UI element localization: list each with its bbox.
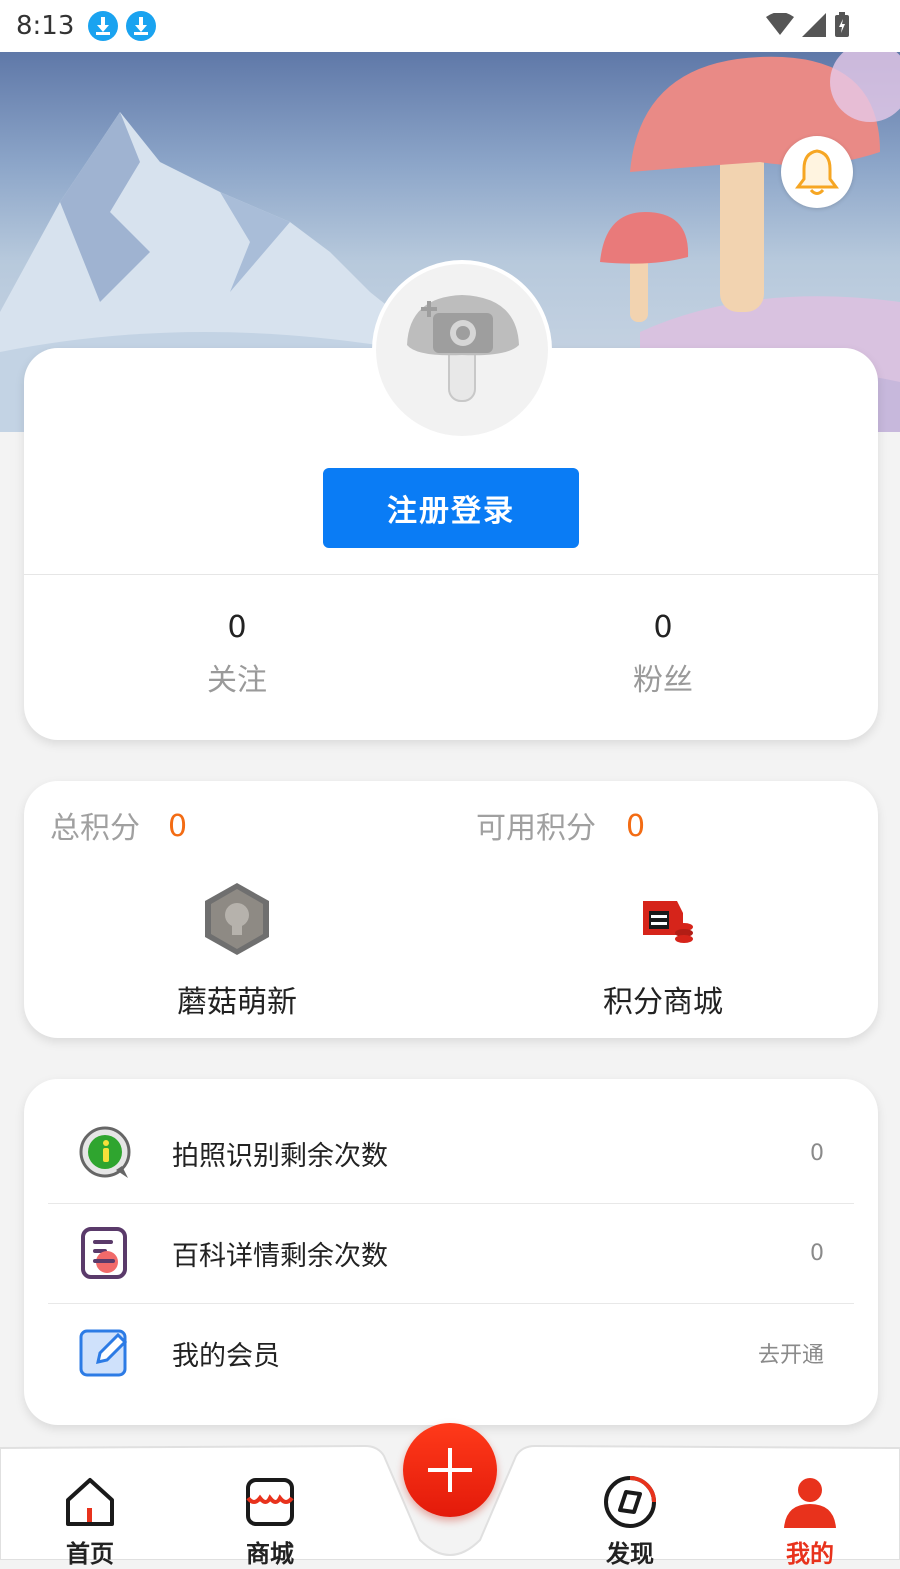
edit-icon [79, 1329, 128, 1377]
info-chat-icon [79, 1126, 131, 1178]
publish-plus-button[interactable] [403, 1423, 497, 1517]
tab-label: 首页 [66, 1540, 114, 1568]
bell-icon [795, 149, 839, 195]
shop-coins-icon [643, 901, 693, 943]
level-badge-label: 蘑菇萌新 [177, 985, 297, 1020]
signal-icon [802, 13, 826, 37]
following-count: 0 [227, 610, 247, 645]
level-badge-item[interactable]: 蘑菇萌新 [87, 881, 387, 1021]
menu-item-label: 拍照识别剩余次数 [172, 1140, 388, 1172]
tab-shop[interactable]: 商城 [210, 1474, 330, 1569]
register-login-button[interactable]: 注册登录 [323, 468, 579, 548]
download-icon [88, 11, 119, 41]
total-points-label: 总积分 [50, 811, 140, 846]
download-icon [126, 11, 157, 41]
menu-item-label: 我的会员 [172, 1340, 280, 1372]
total-points-value: 0 [168, 809, 188, 844]
divider [24, 574, 878, 575]
document-icon [81, 1227, 127, 1279]
tab-label: 发现 [606, 1540, 654, 1568]
fans-stat[interactable]: 0 粉丝 [513, 610, 813, 699]
points-mall-item[interactable]: 积分商城 [513, 881, 813, 1021]
notification-button[interactable] [781, 136, 853, 208]
fans-count: 0 [653, 610, 673, 645]
fans-label: 粉丝 [633, 663, 693, 698]
shop-icon [246, 1478, 294, 1526]
tab-home[interactable]: 首页 [30, 1474, 150, 1569]
user-icon [784, 1478, 836, 1528]
status-indicators [766, 12, 850, 38]
menu-item-encyclopedia[interactable]: 百科详情剩余次数 0 [48, 1203, 854, 1303]
menu-item-value: 0 [810, 1240, 824, 1266]
menu-item-label: 百科详情剩余次数 [172, 1240, 388, 1272]
tab-label: 我的 [786, 1540, 834, 1568]
tab-mine[interactable]: 我的 [750, 1474, 870, 1569]
wifi-icon [766, 13, 794, 35]
battery-icon [835, 12, 849, 37]
menu-item-photo-identify[interactable]: 拍照识别剩余次数 0 [48, 1103, 854, 1203]
menu-item-value: 0 [810, 1140, 824, 1166]
level-badge-icon [205, 883, 269, 955]
avatar[interactable] [372, 260, 552, 440]
mushroom-camera-icon [407, 295, 519, 402]
points-card: 总积分 0 可用积分 0 蘑菇萌新 积分商城 [24, 781, 878, 1038]
discover-icon [604, 1476, 656, 1528]
available-points-label: 可用积分 [476, 811, 596, 846]
following-stat[interactable]: 0 关注 [87, 610, 387, 699]
following-label: 关注 [207, 663, 267, 698]
home-icon [66, 1478, 114, 1526]
menu-item-value: 去开通 [757, 1343, 824, 1368]
tab-label: 商城 [246, 1540, 294, 1568]
status-time: 8:13 [16, 11, 75, 41]
points-mall-label: 积分商城 [603, 985, 723, 1020]
status-bar: 8:13 [0, 0, 900, 52]
tab-discover[interactable]: 发现 [570, 1474, 690, 1569]
menu-card: 拍照识别剩余次数 0 百科详情剩余次数 0 我的会员 去开通 [24, 1079, 878, 1425]
available-points-value: 0 [626, 809, 646, 844]
menu-item-membership[interactable]: 我的会员 去开通 [48, 1303, 854, 1403]
